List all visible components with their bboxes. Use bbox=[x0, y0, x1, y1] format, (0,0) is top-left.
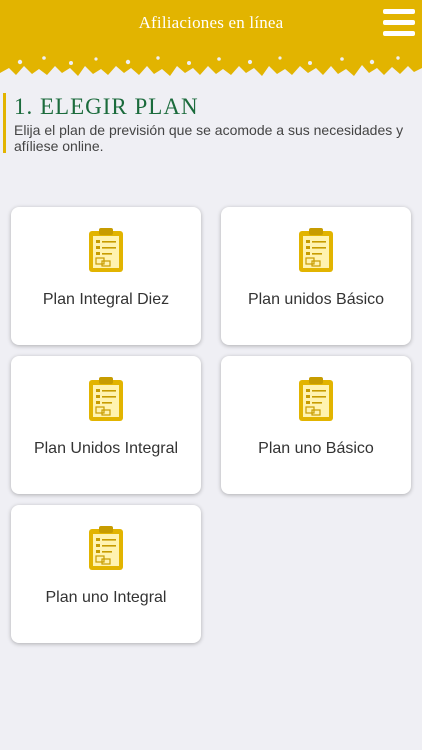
plan-label: Plan Integral Diez bbox=[42, 291, 170, 308]
plan-label: Plan unidos Básico bbox=[247, 291, 385, 308]
plan-card-unidos-integral[interactable]: Plan Unidos Integral bbox=[11, 356, 201, 494]
section-title: 1. ELEGIR PLAN bbox=[14, 94, 199, 119]
hamburger-menu-icon[interactable] bbox=[383, 9, 415, 37]
header-decorative-edge bbox=[0, 50, 422, 76]
plan-card-integral-diez[interactable]: Plan Integral Diez bbox=[11, 207, 201, 345]
plan-card-uno-basico[interactable]: Plan uno Básico bbox=[221, 356, 411, 494]
plan-card-uno-integral[interactable]: Plan uno Integral bbox=[11, 505, 201, 643]
clipboard-icon bbox=[89, 228, 123, 272]
plan-label: Plan uno Básico bbox=[258, 440, 374, 457]
section-accent-bar bbox=[3, 93, 6, 153]
clipboard-icon bbox=[89, 526, 123, 570]
plan-card-unidos-basico[interactable]: Plan unidos Básico bbox=[221, 207, 411, 345]
clipboard-icon bbox=[299, 377, 333, 421]
clipboard-icon bbox=[89, 377, 123, 421]
clipboard-icon bbox=[299, 228, 333, 272]
section-description: Elija el plan de previsión que se acomod… bbox=[14, 122, 404, 154]
header-title: Afiliaciones en línea bbox=[138, 13, 284, 32]
plan-label: Plan uno Integral bbox=[45, 589, 167, 606]
plan-label: Plan Unidos Integral bbox=[33, 440, 179, 457]
